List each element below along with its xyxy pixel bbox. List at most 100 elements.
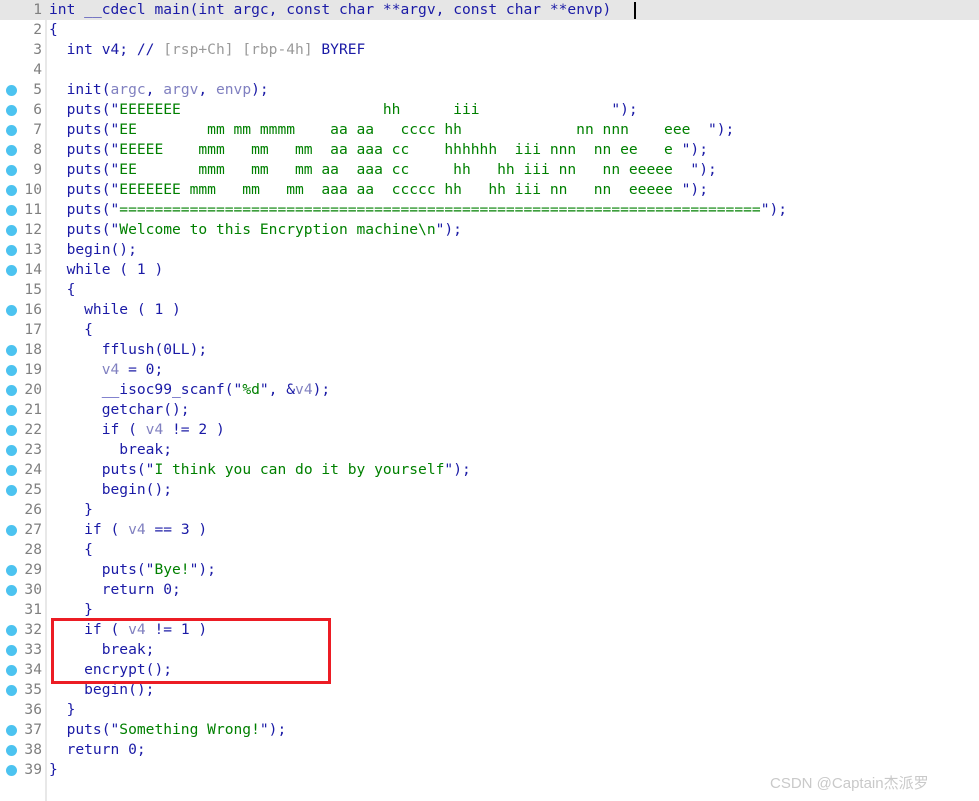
code-line[interactable]: 3 int v4; // [rsp+Ch] [rbp-4h] BYREF — [0, 40, 979, 60]
code-token-num: 0 — [128, 741, 137, 758]
code-line[interactable]: 30 return 0; — [0, 580, 979, 600]
code-text[interactable]: int __cdecl main(int argc, const char **… — [49, 0, 612, 20]
code-line[interactable]: 35 begin(); — [0, 680, 979, 700]
code-line[interactable]: 38 return 0; — [0, 740, 979, 760]
code-line[interactable]: 8 puts("EEEEE mmm mm mm aa aaa cc hhhhhh… — [0, 140, 979, 160]
code-token-str: Bye! — [154, 561, 190, 578]
code-line[interactable]: 33 break; — [0, 640, 979, 660]
code-text[interactable]: { — [49, 320, 93, 340]
code-line[interactable]: 19 v4 = 0; — [0, 360, 979, 380]
code-line[interactable]: 17 { — [0, 320, 979, 340]
code-line[interactable]: 26 } — [0, 500, 979, 520]
line-number: 16 — [24, 301, 42, 318]
code-token-num: 3 — [180, 521, 190, 538]
code-line[interactable]: 21 getchar(); — [0, 400, 979, 420]
code-token-kw: break; — [49, 441, 173, 458]
code-token-fn: puts — [49, 141, 102, 158]
code-line[interactable]: 24 puts("I think you can do it by yourse… — [0, 460, 979, 480]
code-text[interactable]: if ( v4 == 3 ) — [49, 520, 207, 540]
code-token-fn: begin — [49, 681, 129, 698]
code-line[interactable]: 18 fflush(0LL); — [0, 340, 979, 360]
code-line[interactable]: 29 puts("Bye!"); — [0, 560, 979, 580]
code-line[interactable]: 10 puts("EEEEEEE mmm mm mm aaa aa ccccc … — [0, 180, 979, 200]
code-text[interactable]: puts("EEEEEEE mmm mm mm aaa aa ccccc hh … — [49, 180, 708, 200]
code-text[interactable]: } — [49, 760, 58, 780]
code-line[interactable]: 27 if ( v4 == 3 ) — [0, 520, 979, 540]
text-caret — [634, 2, 636, 19]
code-line[interactable]: 9 puts("EE mmm mm mm aa aaa cc hh hh iii… — [0, 160, 979, 180]
code-text[interactable]: while ( 1 ) — [49, 260, 164, 280]
code-line[interactable]: 4 — [0, 60, 979, 80]
line-number: 2 — [33, 21, 42, 38]
code-text[interactable]: { — [49, 280, 76, 300]
code-text[interactable]: puts("EE mm mm mmmm aa aa cccc hh nn nnn… — [49, 120, 735, 140]
code-text[interactable]: puts("==================================… — [49, 200, 788, 220]
code-line[interactable]: 16 while ( 1 ) — [0, 300, 979, 320]
code-line[interactable]: 23 break; — [0, 440, 979, 460]
code-text[interactable]: begin(); — [49, 480, 172, 500]
code-line[interactable]: 36 } — [0, 700, 979, 720]
code-text[interactable]: { — [49, 20, 58, 40]
code-line[interactable]: 2{ — [0, 20, 979, 40]
code-token-punc: (" — [224, 381, 243, 398]
code-text[interactable]: begin(); — [49, 240, 137, 260]
code-text[interactable]: { — [49, 540, 93, 560]
code-line[interactable]: 13 begin(); — [0, 240, 979, 260]
code-text[interactable]: return 0; — [49, 740, 146, 760]
code-line[interactable]: 22 if ( v4 != 2 ) — [0, 420, 979, 440]
code-text[interactable]: int v4; // [rsp+Ch] [rbp-4h] BYREF — [49, 40, 366, 60]
code-token-str: EEEEEEE hh iii — [119, 101, 612, 118]
code-line[interactable]: 28 { — [0, 540, 979, 560]
code-line[interactable]: 12 puts("Welcome to this Encryption mach… — [0, 220, 979, 240]
code-text[interactable]: puts("Bye!"); — [49, 560, 216, 580]
code-token-punc: { — [49, 541, 93, 558]
code-line[interactable]: 37 puts("Something Wrong!"); — [0, 720, 979, 740]
code-text[interactable]: } — [49, 500, 93, 520]
code-token-fn: puts — [49, 101, 102, 118]
code-text[interactable]: puts("Welcome to this Encryption machine… — [49, 220, 462, 240]
code-line[interactable]: 11 puts("===============================… — [0, 200, 979, 220]
code-token-num: 2 — [198, 421, 208, 438]
code-line[interactable]: 20 __isoc99_scanf("%d", &v4); — [0, 380, 979, 400]
code-text[interactable]: if ( v4 != 1 ) — [49, 620, 207, 640]
code-text[interactable]: puts("EEEEEEE hh iii "); — [49, 100, 638, 120]
code-text[interactable]: puts("EEEEE mmm mm mm aa aaa cc hhhhhh i… — [49, 140, 708, 160]
code-token-punc: (" — [101, 121, 120, 138]
code-line[interactable]: 32 if ( v4 != 1 ) — [0, 620, 979, 640]
code-text[interactable]: init(argc, argv, envp); — [49, 80, 269, 100]
code-token-kw: v4 — [101, 41, 120, 58]
code-token-punc: { — [49, 21, 58, 38]
code-text[interactable]: if ( v4 != 2 ) — [49, 420, 225, 440]
code-text[interactable]: __isoc99_scanf("%d", &v4); — [49, 380, 331, 400]
code-text[interactable]: puts("Something Wrong!"); — [49, 720, 287, 740]
code-text[interactable]: return 0; — [49, 580, 181, 600]
code-line[interactable]: 7 puts("EE mm mm mmmm aa aa cccc hh nn n… — [0, 120, 979, 140]
code-text[interactable]: fflush(0LL); — [49, 340, 207, 360]
code-line[interactable]: 15 { — [0, 280, 979, 300]
code-line[interactable]: 5 init(argc, argv, envp); — [0, 80, 979, 100]
code-line[interactable]: 6 puts("EEEEEEE hh iii "); — [0, 100, 979, 120]
code-text[interactable]: while ( 1 ) — [49, 300, 181, 320]
code-token-punc: "); — [259, 721, 287, 738]
code-token-punc: } — [49, 701, 76, 718]
code-text[interactable]: puts("EE mmm mm mm aa aaa cc hh hh iii n… — [49, 160, 717, 180]
code-text[interactable]: break; — [49, 640, 155, 660]
code-line[interactable]: 31 } — [0, 600, 979, 620]
code-line[interactable]: 25 begin(); — [0, 480, 979, 500]
code-text[interactable]: begin(); — [49, 680, 154, 700]
code-text[interactable]: getchar(); — [49, 400, 190, 420]
code-text[interactable]: break; — [49, 440, 172, 460]
code-text[interactable]: } — [49, 600, 93, 620]
code-token-kw: if — [49, 521, 111, 538]
code-text[interactable]: puts("I think you can do it by yourself"… — [49, 460, 471, 480]
code-token-fn: begin — [49, 241, 111, 258]
pseudocode-editor[interactable]: 1 int __cdecl main(int argc, const char *… — [0, 0, 979, 801]
code-line[interactable]: 14 while ( 1 ) — [0, 260, 979, 280]
code-line[interactable]: 1 int __cdecl main(int argc, const char *… — [0, 0, 979, 20]
code-text[interactable]: v4 = 0; — [49, 360, 164, 380]
code-token-kw: BYREF — [321, 41, 366, 58]
code-text[interactable]: } — [49, 700, 76, 720]
code-text[interactable]: encrypt(); — [49, 660, 172, 680]
code-line[interactable]: 34 encrypt(); — [0, 660, 979, 680]
line-number: 14 — [24, 261, 42, 278]
